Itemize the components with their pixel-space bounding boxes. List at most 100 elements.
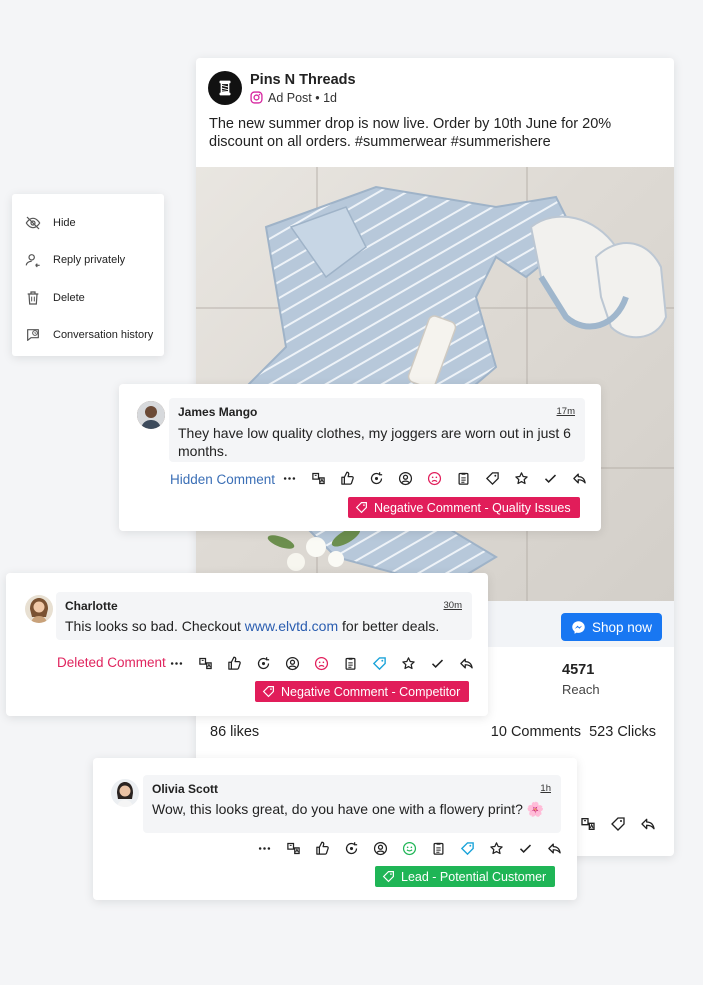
comment-card-olivia: Olivia Scott 1h Wow, this looks great, d… xyxy=(93,758,577,900)
user-reply-icon xyxy=(25,254,40,268)
negative-comment-tag[interactable]: Negative Comment - Quality Issues xyxy=(348,497,580,518)
lead-tag[interactable]: Lead - Potential Customer xyxy=(375,866,556,887)
menu-item-label: Conversation history xyxy=(53,329,154,342)
translate-icon[interactable] xyxy=(285,840,302,857)
shop-now-label: Shop now xyxy=(591,619,652,635)
happy-face-icon[interactable] xyxy=(401,840,418,857)
like-icon[interactable] xyxy=(226,655,243,672)
post-actions xyxy=(580,816,656,832)
post-caption: The new summer drop is now live. Order b… xyxy=(209,116,612,150)
comment-card-james: James Mango 17m They have low quality cl… xyxy=(119,384,601,531)
notes-icon[interactable] xyxy=(430,840,447,857)
like-icon[interactable] xyxy=(339,470,356,487)
tag-icon[interactable] xyxy=(459,840,476,857)
sentiment-cycle-icon[interactable] xyxy=(368,470,385,487)
comment-time[interactable]: 17m xyxy=(557,406,575,417)
comment-text: This looks so bad. Checkout www.elvtd.co… xyxy=(65,617,462,635)
avatar-image xyxy=(137,401,165,429)
comment-toolbar xyxy=(271,470,588,487)
menu-item-delete[interactable]: Delete xyxy=(12,279,164,317)
sad-face-icon[interactable] xyxy=(313,655,330,672)
avatar[interactable] xyxy=(111,779,139,807)
chat-history-icon xyxy=(27,329,39,342)
brand-name[interactable]: Pins N Threads xyxy=(250,72,356,88)
reply-icon[interactable] xyxy=(640,816,656,832)
deleted-comment-status[interactable]: Deleted Comment xyxy=(57,655,166,670)
notes-icon[interactable] xyxy=(342,655,359,672)
menu-item-reply-privately[interactable]: Reply privately xyxy=(12,242,164,280)
tag-icon xyxy=(262,686,274,698)
check-icon[interactable] xyxy=(429,655,446,672)
spool-icon xyxy=(219,80,231,96)
user-icon[interactable] xyxy=(372,840,389,857)
menu-item-label: Delete xyxy=(53,291,85,304)
brand-logo[interactable] xyxy=(208,71,242,105)
comment-bubble: James Mango 17m They have low quality cl… xyxy=(169,398,585,462)
comment-toolbar xyxy=(158,655,475,672)
translate-icon[interactable] xyxy=(580,816,596,832)
menu-item-label: Reply privately xyxy=(53,254,126,267)
comment-bubble: Olivia Scott 1h Wow, this looks great, d… xyxy=(143,775,561,833)
reach-value: 4571 xyxy=(562,662,595,678)
comment-text: They have low quality clothes, my jogger… xyxy=(178,425,571,459)
post-meta-text: Ad Post • 1d xyxy=(268,90,338,105)
eye-off-icon xyxy=(25,216,41,230)
star-icon[interactable] xyxy=(488,840,505,857)
sentiment-cycle-icon[interactable] xyxy=(255,655,272,672)
tag-icon[interactable] xyxy=(484,470,501,487)
shop-now-button[interactable]: Shop now xyxy=(560,613,662,641)
notes-icon[interactable] xyxy=(455,470,472,487)
translate-icon[interactable] xyxy=(310,470,327,487)
commenter-name[interactable]: Charlotte xyxy=(65,599,462,613)
star-icon[interactable] xyxy=(513,470,530,487)
more-icon[interactable] xyxy=(168,655,185,672)
avatar-image xyxy=(25,595,53,623)
tag-icon[interactable] xyxy=(610,816,626,832)
tag-icon[interactable] xyxy=(371,655,388,672)
comment-context-menu: Hide Reply privately Delete Conversation… xyxy=(12,194,164,356)
menu-item-label: Hide xyxy=(53,216,76,229)
comment-toolbar xyxy=(246,840,563,857)
sentiment-cycle-icon[interactable] xyxy=(343,840,360,857)
reply-icon[interactable] xyxy=(571,470,588,487)
user-icon[interactable] xyxy=(397,470,414,487)
hidden-comment-status[interactable]: Hidden Comment xyxy=(170,472,275,487)
commenter-name[interactable]: Olivia Scott xyxy=(152,782,551,796)
avatar[interactable] xyxy=(137,401,165,429)
instagram-icon xyxy=(250,91,263,104)
comments-clicks-count[interactable]: 10 Comments 523 Clicks xyxy=(491,724,656,740)
star-icon[interactable] xyxy=(400,655,417,672)
comment-text-before: This looks so bad. Checkout xyxy=(65,618,245,634)
comment-card-charlotte: Charlotte 30m This looks so bad. Checkou… xyxy=(6,573,488,716)
sad-face-icon[interactable] xyxy=(426,470,443,487)
comment-bubble: Charlotte 30m This looks so bad. Checkou… xyxy=(56,592,472,640)
negative-comment-tag[interactable]: Negative Comment - Competitor xyxy=(255,681,470,702)
trash-icon xyxy=(27,291,39,305)
comment-time[interactable]: 1h xyxy=(540,783,551,794)
menu-item-hide[interactable]: Hide xyxy=(12,204,164,242)
tag-label: Negative Comment - Quality Issues xyxy=(374,500,571,515)
tag-icon xyxy=(382,871,394,883)
comment-time[interactable]: 30m xyxy=(444,600,462,611)
tag-label: Lead - Potential Customer xyxy=(401,869,547,884)
user-icon[interactable] xyxy=(284,655,301,672)
comment-text: Wow, this looks great, do you have one w… xyxy=(152,801,545,817)
translate-icon[interactable] xyxy=(197,655,214,672)
avatar-image xyxy=(111,779,139,807)
more-icon[interactable] xyxy=(281,470,298,487)
tag-label: Negative Comment - Competitor xyxy=(281,684,461,699)
check-icon[interactable] xyxy=(517,840,534,857)
reply-icon[interactable] xyxy=(458,655,475,672)
likes-count[interactable]: 86 likes xyxy=(210,724,259,740)
more-icon[interactable] xyxy=(256,840,273,857)
post-meta: Ad Post • 1d xyxy=(250,91,356,105)
menu-item-conversation-history[interactable]: Conversation history xyxy=(12,317,164,355)
reach-label: Reach xyxy=(562,682,600,697)
tag-icon xyxy=(355,502,367,514)
check-icon[interactable] xyxy=(542,470,559,487)
avatar[interactable] xyxy=(25,595,53,623)
like-icon[interactable] xyxy=(314,840,331,857)
reply-icon[interactable] xyxy=(546,840,563,857)
commenter-name[interactable]: James Mango xyxy=(178,405,575,419)
comment-link[interactable]: www.elvtd.com xyxy=(245,618,338,634)
